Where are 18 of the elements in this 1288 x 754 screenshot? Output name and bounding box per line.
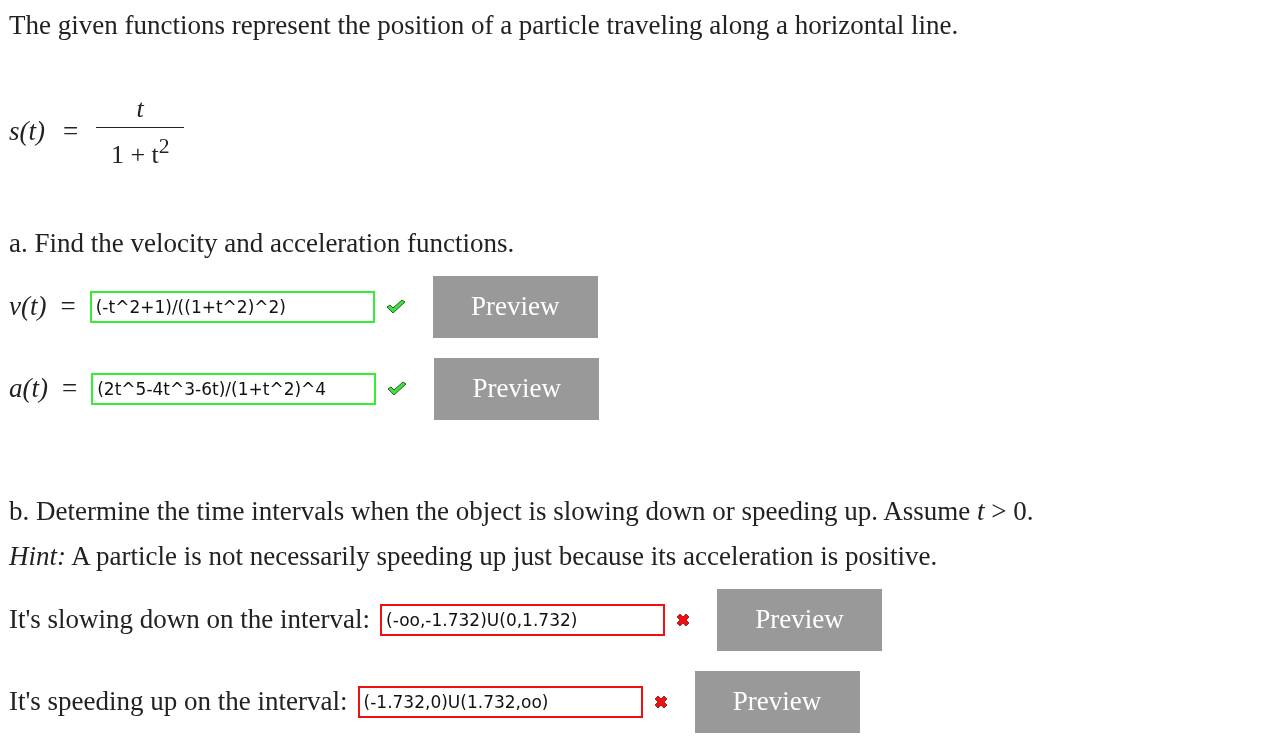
fraction-numerator: t	[136, 94, 144, 124]
question-text: b. Determine the time intervals when the object is slowing down or speeding up. Assume t > 0.	[9, 494, 1035, 528]
function-name: a(t)	[9, 373, 48, 405]
equals-sign: =	[60, 291, 76, 323]
function-name: s(t)	[9, 116, 45, 148]
answer-field[interactable]: (-oo,-1.732)U(0,1.732)	[380, 603, 666, 636]
hint-text: Hint: A particle is not necessarily speeding up just because its acceleration is positive.	[9, 539, 939, 573]
answer-field[interactable]: (2t^5-4t^3-6t)/(1+t^2)^4	[91, 372, 377, 405]
interval-label: It's slowing down on the interval:	[9, 604, 371, 636]
intro-text: The given functions represent the position of a particle traveling along a horizontal line.	[9, 9, 960, 42]
question-text: a. Find the velocity and acceleration functions.	[9, 226, 516, 260]
equals-sign: =	[63, 116, 79, 148]
answer-field[interactable]: (-t^2+1)/((1+t^2)^2)	[89, 290, 375, 323]
equals-sign: =	[62, 373, 78, 405]
interval-label: It's speeding up on the interval:	[9, 686, 348, 718]
fraction-denominator: 1 + t$^{2}$	[110, 133, 170, 170]
answer-field[interactable]: (-1.732,0)U(1.732,oo)	[357, 685, 643, 718]
function-name: v(t)	[9, 291, 47, 323]
